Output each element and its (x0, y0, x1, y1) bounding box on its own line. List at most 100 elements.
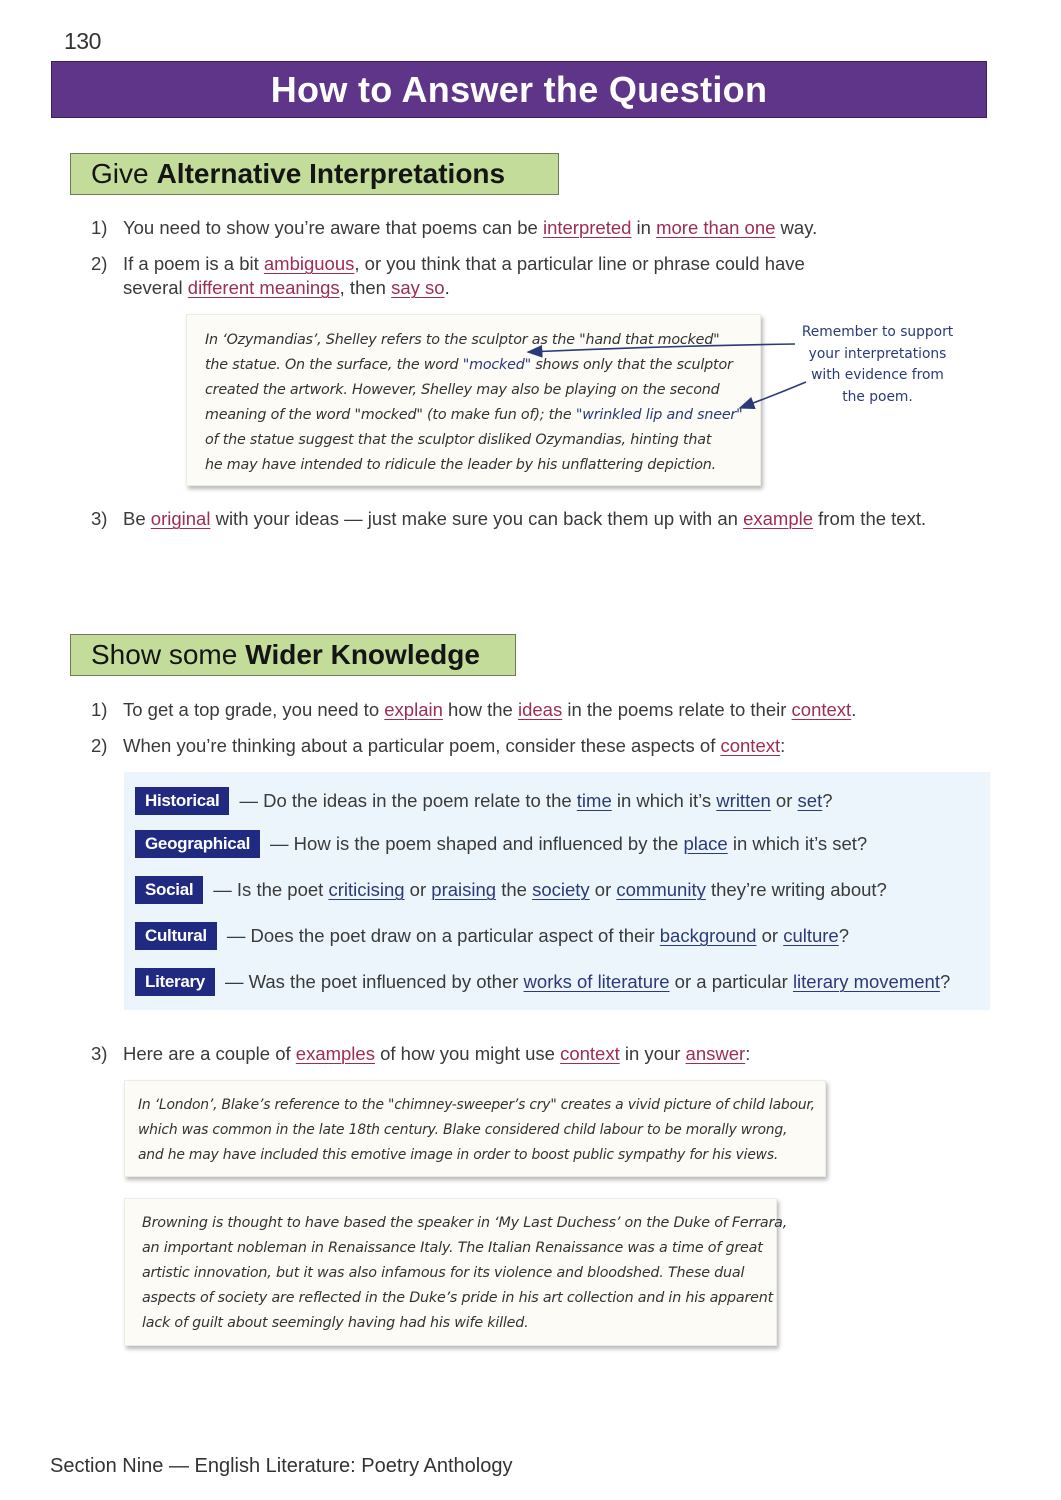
example-line: which was common in the late 18th centur… (138, 1122, 788, 1138)
item-text: You need to show you’re aware that poems… (123, 216, 817, 240)
context-keyword: works of literature (523, 971, 670, 992)
text-segment: or (770, 790, 798, 811)
section-heading-wider-knowledge: Show some Wider Knowledge (70, 634, 516, 676)
context-question: — Do the ideas in the poem relate to the… (239, 790, 832, 812)
section-heading-alternative-interpretations: Give Alternative Interpretations (70, 153, 559, 195)
text-segment: — Is the poet (213, 879, 329, 900)
keyword: examples (295, 1043, 375, 1064)
context-keyword: society (532, 879, 590, 900)
context-row-cultural: Cultural — Does the poet draw on a parti… (135, 922, 849, 950)
text-segment: You need to show you’re aware that poems… (123, 217, 543, 238)
text-segment: from the text. (813, 508, 927, 529)
example-line: lack of guilt about seemingly having had… (142, 1315, 529, 1331)
example-box-ozymandias: In ‘Ozymandias’, Shelley refers to the s… (186, 314, 761, 486)
text-segment: In ‘Ozymandias’, Shelley refers to the s… (205, 332, 720, 348)
text-segment: in (631, 217, 657, 238)
keyword: more than one (656, 217, 776, 238)
section-heading-plain: Show some (91, 639, 238, 670)
example-line: he may have intended to ridicule the lea… (205, 453, 760, 478)
context-aspects-panel: Historical — Do the ideas in the poem re… (124, 772, 990, 1010)
section-heading-bold: Alternative Interpretations (156, 158, 506, 189)
text-segment: : (745, 1043, 751, 1064)
annotation-line: Remember to support (801, 324, 954, 340)
keyword: context (720, 735, 781, 756)
text-segment: in which it’s set? (727, 833, 868, 854)
example-box-my-last-duchess: Browning is thought to have based the sp… (124, 1198, 787, 1346)
item-text-line-1: If a poem is a bit ambiguous, or you thi… (123, 252, 805, 276)
annotation-line: with evidence from (811, 367, 944, 383)
text-segment: created the artwork. However, Shelley ma… (205, 382, 720, 398)
item-text: When you’re thinking about a particular … (123, 734, 785, 758)
section-heading-plain: Give (91, 158, 149, 189)
context-row-social: Social — Is the poet criticising or prai… (135, 876, 887, 904)
text-segment: Be (123, 508, 151, 529)
context-keyword: background (659, 925, 757, 946)
list-item: 1) You need to show you’re aware that po… (91, 216, 991, 240)
keyword: different meanings (187, 277, 340, 298)
margin-annotation: Remember to support your interpretations… (790, 322, 965, 408)
page-title-banner: How to Answer the Question (51, 61, 987, 118)
item-number: 1) (91, 699, 108, 720)
page-footer: Section Nine — English Literature: Poetr… (50, 1455, 513, 1477)
example-line: an important nobleman in Renaissance Ita… (142, 1240, 763, 1256)
context-keyword: time (576, 790, 612, 811)
context-keyword: criticising (328, 879, 405, 900)
text-segment: If a poem is a bit (123, 253, 264, 274)
list-item: 3) Here are a couple of examples of how … (91, 1042, 991, 1066)
context-keyword: praising (431, 879, 497, 900)
item-number: 2) (91, 735, 108, 756)
example-line: created the artwork. However, Shelley ma… (205, 378, 760, 403)
text-segment: When you’re thinking about a particular … (123, 735, 721, 756)
text-segment: . (444, 277, 450, 298)
text-segment: Here are a couple of (123, 1043, 296, 1064)
item-text: Here are a couple of examples of how you… (123, 1042, 750, 1066)
text-segment: meaning of the word "mocked" (to make fu… (205, 407, 576, 423)
quotation: "mocked" (462, 357, 531, 373)
context-tag: Social (135, 876, 204, 904)
list-item: 1) To get a top grade, you need to expla… (91, 698, 991, 722)
example-line: In ‘London’, Blake’s reference to the "c… (138, 1097, 815, 1113)
text-segment: — Do the ideas in the poem relate to the (239, 790, 577, 811)
quotation: "wrinkled lip and sneer" (575, 407, 743, 423)
text-segment: or (756, 925, 784, 946)
context-row-geographical: Geographical — How is the poem shaped an… (135, 830, 867, 858)
text-segment: they’re writing about? (705, 879, 887, 900)
context-keyword: place (683, 833, 728, 854)
keyword: interpreted (542, 217, 632, 238)
keyword: ambiguous (263, 253, 355, 274)
context-question: — Is the poet criticising or praising th… (213, 879, 887, 901)
example-line: of the statue suggest that the sculptor … (205, 428, 760, 453)
text-segment: . (851, 699, 857, 720)
context-question: — Does the poet draw on a particular asp… (227, 925, 849, 947)
section-heading-bold: Wider Knowledge (245, 639, 480, 670)
text-segment: the statue. On the surface, the word (205, 357, 463, 373)
text-segment: in the poems relate to their (562, 699, 792, 720)
text-segment: shows only that the sculptor (530, 357, 733, 373)
text-segment: ? (838, 925, 850, 946)
annotation-line: the poem. (842, 388, 913, 405)
text-segment: in your (619, 1043, 686, 1064)
keyword: say so (391, 277, 445, 298)
keyword: context (560, 1043, 620, 1064)
example-line: aspects of society are reflected in the … (142, 1290, 774, 1306)
context-tag: Geographical (135, 830, 261, 858)
list-item: 3) Be original with your ideas — just ma… (91, 507, 991, 531)
text-segment: with your ideas — just make sure you can… (210, 508, 744, 529)
context-tag: Historical (135, 787, 230, 815)
text-segment: , then (339, 277, 392, 298)
page-number: 130 (64, 28, 101, 54)
text-segment: or (589, 879, 617, 900)
context-keyword: literary movement (792, 971, 940, 992)
text-segment: several (123, 277, 188, 298)
keyword: context (791, 699, 852, 720)
example-line: artistic innovation, but it was also inf… (142, 1265, 745, 1281)
keyword: explain (384, 699, 443, 720)
text-segment: or (404, 879, 432, 900)
text-segment: — Was the poet influenced by other (224, 971, 524, 992)
text-segment: he may have intended to ridicule the lea… (205, 457, 717, 473)
text-segment: : (780, 735, 786, 756)
example-line: and he may have included this emotive im… (138, 1147, 779, 1163)
item-number: 2) (91, 253, 108, 274)
keyword: original (150, 508, 211, 529)
example-line: the statue. On the surface, the word "mo… (205, 353, 760, 378)
